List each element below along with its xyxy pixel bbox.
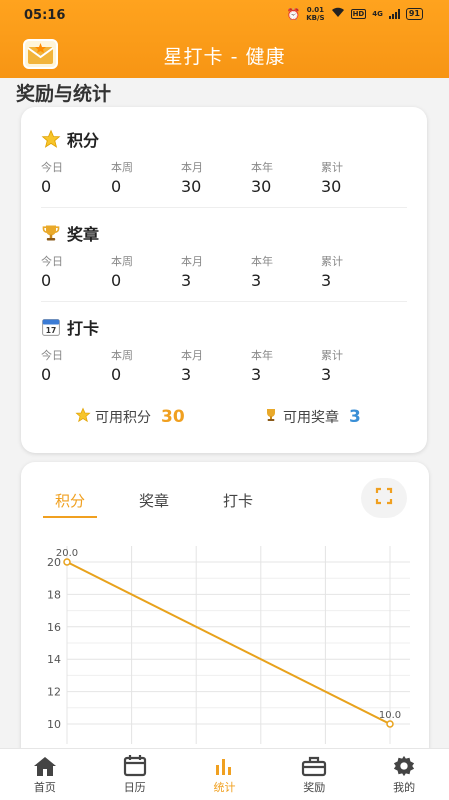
nav-stats[interactable]: 统计 <box>180 749 270 800</box>
nav-rewards-label: 奖励 <box>303 780 326 794</box>
y-tick-label: 12 <box>47 686 61 699</box>
svg-text:17: 17 <box>46 326 56 335</box>
available-medals-label: 可用奖章 <box>283 410 339 426</box>
star-icon <box>75 407 91 427</box>
trophy-icon <box>41 223 61 243</box>
page-title: 星打卡 - 健康 <box>163 46 286 68</box>
stat-label: 累计 <box>321 255 343 268</box>
stat-label: 本年 <box>251 255 273 268</box>
stat-label: 今日 <box>41 349 63 362</box>
stat-value: 0 <box>41 177 52 196</box>
wifi-icon <box>331 7 345 21</box>
stat-label: 本月 <box>181 255 203 268</box>
y-tick-label: 10 <box>47 718 61 731</box>
available-medals: 可用奖章 3 <box>263 407 361 427</box>
net-speed: 0.01 KB/S <box>306 6 324 22</box>
line-chart: 20181614121020.010.0 <box>47 546 410 744</box>
bottom-nav: 首页 日历 统计 奖励 我的 <box>0 748 449 800</box>
stat-value: 3 <box>251 271 262 290</box>
nav-home-label: 首页 <box>33 780 56 794</box>
stat-value: 30 <box>181 177 202 196</box>
nav-home[interactable]: 首页 <box>0 749 90 800</box>
stat-value: 0 <box>111 271 122 290</box>
stat-value: 3 <box>321 271 332 290</box>
stat-label: 累计 <box>321 161 343 174</box>
stat-label: 本月 <box>181 349 203 362</box>
calendar-icon <box>123 754 147 777</box>
data-point <box>63 558 71 566</box>
stats-card: 积分 今日 0 本周 0 本月 30 本年 30 累计 30 奖章 今日 0 本周 0 本月 3… <box>21 107 427 453</box>
available-points-value: 30 <box>161 407 185 427</box>
nav-stats-label: 统计 <box>213 780 236 794</box>
home-icon <box>33 755 57 777</box>
data-label: 10.0 <box>379 710 401 721</box>
medals-group: 奖章 今日 0 本周 0 本月 3 本年 3 累计 3 <box>41 221 407 290</box>
nav-profile[interactable]: 我的 <box>359 749 449 800</box>
gear-icon <box>392 755 416 777</box>
chart-card: 积分 奖章 打卡 20 18 16 14 12 10 20.0 10.0 <box>21 462 429 762</box>
stat-value: 3 <box>321 365 332 384</box>
checkin-group: 17 打卡 今日 0 本周 0 本月 3 本年 3 累计 3 <box>41 315 407 384</box>
data-label: 20.0 <box>56 548 78 559</box>
trophy-icon <box>263 407 279 427</box>
y-tick-label: 16 <box>47 621 61 634</box>
stat-value: 30 <box>321 177 342 196</box>
stat-value: 0 <box>111 177 122 196</box>
points-title: 积分 <box>67 131 100 150</box>
stat-label: 今日 <box>41 255 63 268</box>
status-bar: 05:16 ⏰ 0.01 KB/S HD 4G 91 <box>0 0 449 30</box>
stat-value: 3 <box>181 365 192 384</box>
available-medals-value: 3 <box>349 407 361 427</box>
bar-chart-icon <box>212 755 236 777</box>
stat-label: 本月 <box>181 161 203 174</box>
status-time: 05:16 <box>24 8 66 23</box>
available-points-label: 可用积分 <box>95 410 151 426</box>
nav-profile-label: 我的 <box>393 780 416 794</box>
stat-value: 0 <box>41 365 52 384</box>
net-speed-value: 0.01 <box>306 6 325 14</box>
divider <box>41 207 407 208</box>
app-header: 05:16 ⏰ 0.01 KB/S HD 4G 91 星打卡 - 健康 <box>0 0 449 78</box>
stat-label: 本周 <box>111 349 133 362</box>
stat-value: 0 <box>41 271 52 290</box>
stat-label: 今日 <box>41 161 63 174</box>
stat-value: 3 <box>181 271 192 290</box>
divider <box>41 301 407 302</box>
stat-label: 本年 <box>251 161 273 174</box>
stat-value: 30 <box>251 177 272 196</box>
nav-calendar-label: 日历 <box>123 780 146 794</box>
calendar-icon: 17 <box>41 317 61 337</box>
stat-label: 累计 <box>321 349 343 362</box>
alarm-icon: ⏰ <box>286 7 301 21</box>
section-title: 奖励与统计 <box>16 83 112 105</box>
star-icon <box>41 129 61 149</box>
stat-label: 本年 <box>251 349 273 362</box>
stat-value: 0 <box>111 365 122 384</box>
data-point <box>386 720 394 728</box>
nav-rewards[interactable]: 奖励 <box>269 749 359 800</box>
points-group: 积分 今日 0 本周 0 本月 30 本年 30 累计 30 <box>41 127 407 196</box>
available-points: 可用积分 30 <box>75 407 185 427</box>
net-speed-unit: KB/S <box>306 14 325 22</box>
stat-value: 3 <box>251 365 262 384</box>
stat-label: 本周 <box>111 161 133 174</box>
y-tick-label: 14 <box>47 653 61 666</box>
signal-icon <box>388 9 400 19</box>
battery-indicator: 91 <box>405 8 423 20</box>
gift-icon <box>301 755 327 777</box>
y-tick-label: 18 <box>47 588 61 601</box>
hd-badge: HD <box>350 9 367 19</box>
checkin-title: 打卡 <box>67 319 100 338</box>
network-type: 4G <box>372 10 383 18</box>
stat-label: 本周 <box>111 255 133 268</box>
nav-calendar[interactable]: 日历 <box>90 749 180 800</box>
medals-title: 奖章 <box>67 225 100 244</box>
